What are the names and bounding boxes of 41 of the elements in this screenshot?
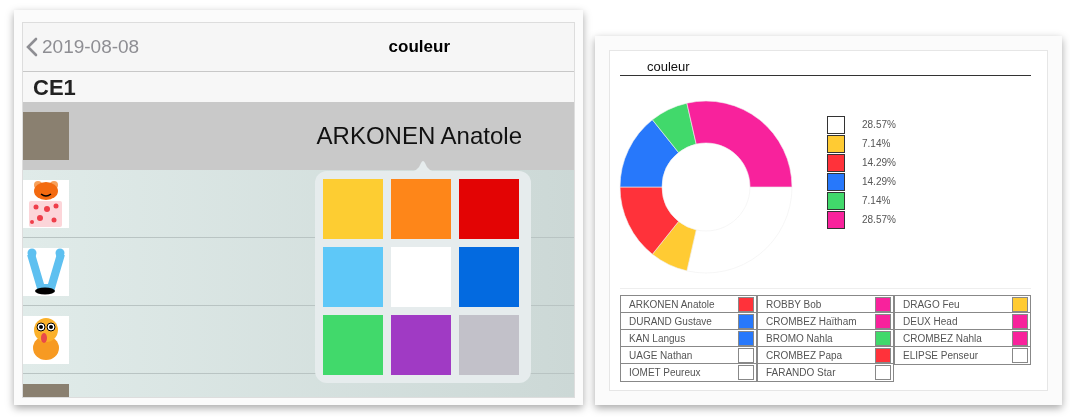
student-name: CROMBEZ Nahla — [903, 332, 982, 344]
legend-label: 14.29% — [862, 176, 896, 187]
student-name: ROBBY Bob — [766, 298, 822, 310]
legend-label: 28.57% — [862, 119, 896, 130]
color-swatch[interactable] — [323, 179, 383, 239]
color-swatch[interactable] — [391, 315, 451, 375]
student-name: ARKONEN Anatole — [316, 122, 522, 150]
student-name: BROMO Nahla — [766, 332, 833, 344]
legend-label: 7.14% — [862, 195, 891, 206]
donut-slice — [619, 186, 679, 255]
monster-avatar-drawing — [23, 315, 69, 364]
screen-title: couleur — [388, 37, 450, 57]
snake-avatar-drawing — [23, 247, 69, 296]
donut-slice — [619, 119, 679, 188]
student-row[interactable]: ARKONEN Anatole — [23, 102, 574, 170]
student-name: DURAND Gustave — [629, 315, 712, 327]
student-name: DRAGO Feu — [903, 298, 960, 310]
color-swatch[interactable] — [323, 315, 383, 375]
chevron-left-icon — [26, 37, 38, 57]
color-swatch[interactable] — [391, 179, 451, 239]
student-name: IOMET Peureux — [629, 367, 701, 378]
student-name: FARANDO Star — [766, 367, 836, 378]
student-name: CROMBEZ Papa — [766, 349, 843, 361]
report-title: couleur — [620, 59, 1031, 76]
legend-label: 7.14% — [862, 138, 891, 149]
student-name: DEUX Head — [903, 315, 958, 327]
section-header: CE1 — [23, 72, 574, 102]
student-name: ELIPSE Penseur — [903, 350, 979, 361]
photo-placeholder — [23, 112, 69, 160]
legend-label: 14.29% — [862, 157, 896, 168]
student-name: KAN Langus — [629, 332, 686, 344]
color-swatch[interactable] — [459, 247, 519, 307]
student-name: ARKONEN Anatole — [629, 298, 715, 310]
student-name: UAGE Nathan — [629, 349, 693, 361]
color-swatch[interactable] — [323, 247, 383, 307]
color-swatch[interactable] — [459, 315, 519, 375]
bear-avatar-drawing — [23, 179, 69, 228]
color-swatch[interactable] — [459, 179, 519, 239]
color-swatch[interactable] — [391, 247, 451, 307]
student-name: CROMBEZ Haïtham — [766, 315, 857, 327]
legend-label: 28.57% — [862, 214, 896, 225]
